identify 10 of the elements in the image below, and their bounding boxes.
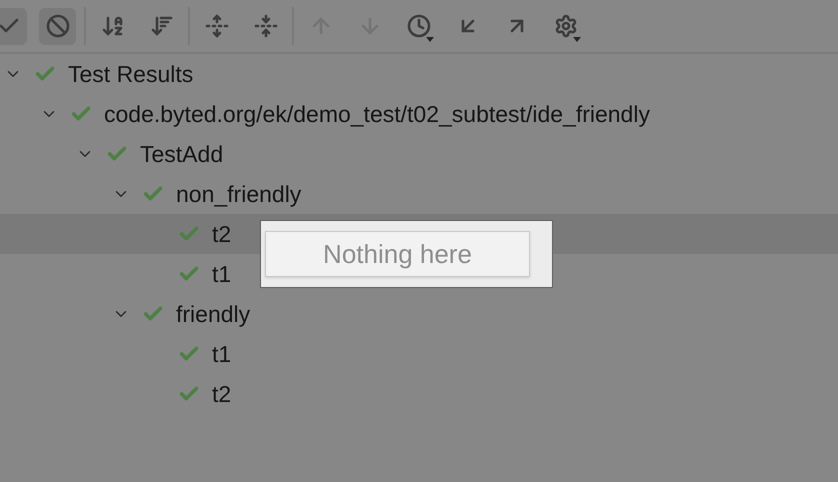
test-name: t2 (212, 380, 232, 409)
test-name: t2 (212, 220, 232, 249)
test-name: friendly (176, 300, 250, 329)
test-name: TestAdd (140, 140, 224, 169)
test-name: code.byted.org/ek/demo_test/t02_subtest/ide_friendly (104, 100, 650, 129)
test-name: non_friendly (176, 180, 302, 209)
empty-message: Nothing here (265, 231, 530, 277)
test-name: t1 (212, 260, 232, 289)
test-name: t1 (212, 340, 232, 369)
test-name: Test Results (68, 60, 194, 89)
